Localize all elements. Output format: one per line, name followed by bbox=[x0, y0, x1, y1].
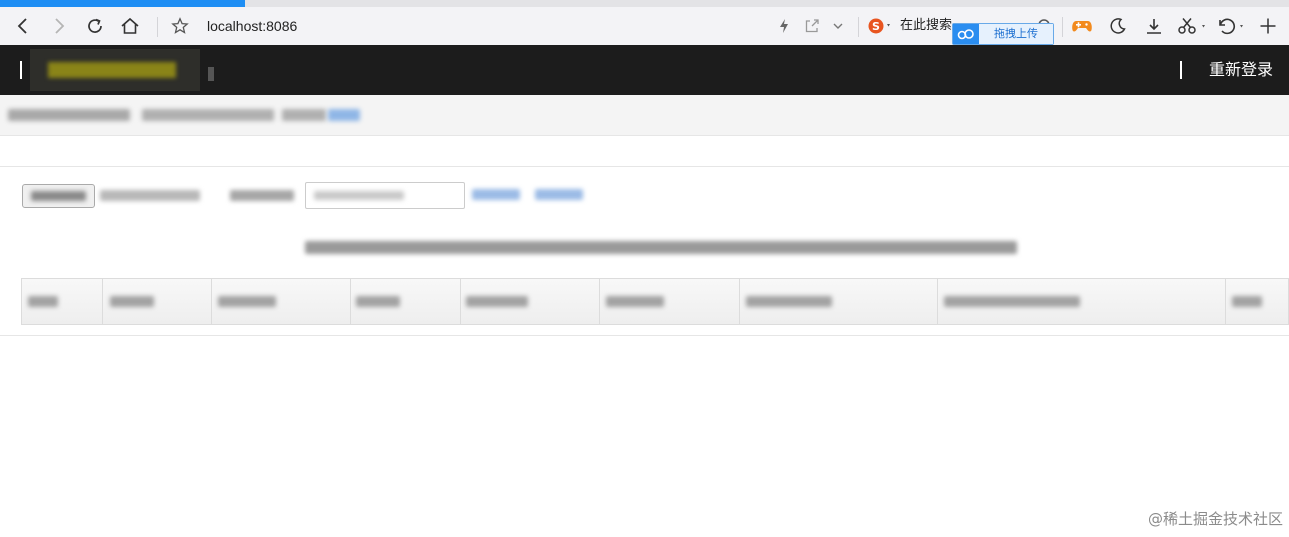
app-header: 重新登录 bbox=[0, 45, 1289, 95]
undo-button[interactable] bbox=[1215, 7, 1249, 45]
lightning-icon bbox=[780, 19, 788, 33]
search-box-placeholder[interactable]: 在此搜索 bbox=[900, 7, 952, 45]
column-divider bbox=[460, 279, 461, 324]
address-bar[interactable]: localhost:8086 bbox=[207, 7, 297, 45]
star-icon bbox=[171, 17, 189, 34]
game-button[interactable] bbox=[1070, 7, 1094, 45]
new-tab-button[interactable] bbox=[1257, 7, 1279, 45]
browser-toolbar: localhost:8086 S 在此搜索 拖拽上传 bbox=[0, 7, 1289, 46]
search-input-placeholder bbox=[314, 191, 404, 200]
column-header[interactable] bbox=[28, 296, 58, 307]
forward-button[interactable] bbox=[48, 7, 70, 45]
column-divider bbox=[599, 279, 600, 324]
cloud-upload-badge[interactable]: 拖拽上传 bbox=[952, 23, 1054, 45]
relogin-link[interactable]: 重新登录 bbox=[1209, 45, 1273, 95]
download-button[interactable] bbox=[1143, 7, 1165, 45]
bookmark-button[interactable] bbox=[170, 7, 190, 45]
cloud-upload-label: 拖拽上传 bbox=[979, 24, 1053, 44]
filter-label bbox=[100, 190, 200, 201]
table-bottom-divider bbox=[0, 335, 1289, 336]
notice-text bbox=[305, 241, 1017, 254]
home-icon bbox=[121, 17, 139, 34]
content-divider bbox=[0, 166, 1289, 167]
night-mode-button[interactable] bbox=[1107, 7, 1129, 45]
flash-button[interactable] bbox=[776, 7, 792, 45]
toolbar-divider bbox=[858, 17, 859, 37]
toolbar-divider bbox=[1062, 17, 1063, 37]
column-divider bbox=[937, 279, 938, 324]
toolbar-divider bbox=[157, 17, 158, 37]
reload-button[interactable] bbox=[84, 7, 106, 45]
home-button[interactable] bbox=[119, 7, 141, 45]
app-logo-mark bbox=[48, 62, 176, 78]
undo-icon bbox=[1219, 18, 1243, 35]
chevron-right-icon bbox=[55, 18, 65, 34]
breadcrumb bbox=[0, 95, 1289, 136]
column-header[interactable] bbox=[746, 296, 832, 307]
sogou-icon: S bbox=[868, 18, 890, 34]
share-icon bbox=[805, 19, 819, 33]
gamepad-icon bbox=[1072, 21, 1092, 32]
breadcrumb-item[interactable] bbox=[282, 109, 326, 121]
chevron-left-icon bbox=[17, 18, 27, 34]
column-divider bbox=[211, 279, 212, 324]
header-separator bbox=[20, 61, 22, 79]
breadcrumb-item[interactable] bbox=[8, 109, 130, 121]
page-load-progress-track bbox=[0, 0, 1289, 7]
scissors-icon bbox=[1178, 18, 1205, 34]
column-divider bbox=[102, 279, 103, 324]
column-header[interactable] bbox=[1232, 296, 1262, 307]
chevron-down-icon bbox=[833, 23, 843, 29]
column-header[interactable] bbox=[110, 296, 154, 307]
search-input[interactable] bbox=[305, 182, 465, 209]
download-icon bbox=[1147, 19, 1161, 34]
column-header[interactable] bbox=[944, 296, 1080, 307]
app-logo bbox=[30, 49, 214, 91]
plus-icon bbox=[1260, 18, 1276, 34]
filter-button-label bbox=[31, 191, 86, 201]
table-header bbox=[21, 278, 1289, 325]
filter-label bbox=[230, 190, 294, 201]
search-engine-button[interactable]: S bbox=[866, 7, 894, 45]
column-divider bbox=[350, 279, 351, 324]
share-button[interactable] bbox=[803, 7, 821, 45]
moon-icon bbox=[1110, 18, 1126, 34]
address-dropdown-button[interactable] bbox=[830, 7, 846, 45]
app-logo-mark bbox=[208, 67, 214, 81]
column-header[interactable] bbox=[218, 296, 276, 307]
reset-link[interactable] bbox=[535, 189, 583, 200]
column-header[interactable] bbox=[466, 296, 528, 307]
breadcrumb-item[interactable] bbox=[142, 109, 274, 121]
cloud-icon bbox=[953, 24, 979, 44]
query-link[interactable] bbox=[472, 189, 520, 200]
header-separator bbox=[1180, 61, 1182, 79]
page-load-progress-fill bbox=[0, 0, 245, 7]
screenshot-button[interactable] bbox=[1176, 7, 1210, 45]
column-header[interactable] bbox=[356, 296, 400, 307]
breadcrumb-item-current[interactable] bbox=[328, 109, 360, 121]
column-divider bbox=[739, 279, 740, 324]
filter-button[interactable] bbox=[22, 184, 95, 208]
back-button[interactable] bbox=[12, 7, 34, 45]
column-header[interactable] bbox=[606, 296, 664, 307]
svg-text:S: S bbox=[872, 20, 880, 33]
reload-icon bbox=[88, 18, 102, 33]
column-divider bbox=[1225, 279, 1226, 324]
watermark: @稀土掘金技术社区 bbox=[1147, 510, 1283, 528]
